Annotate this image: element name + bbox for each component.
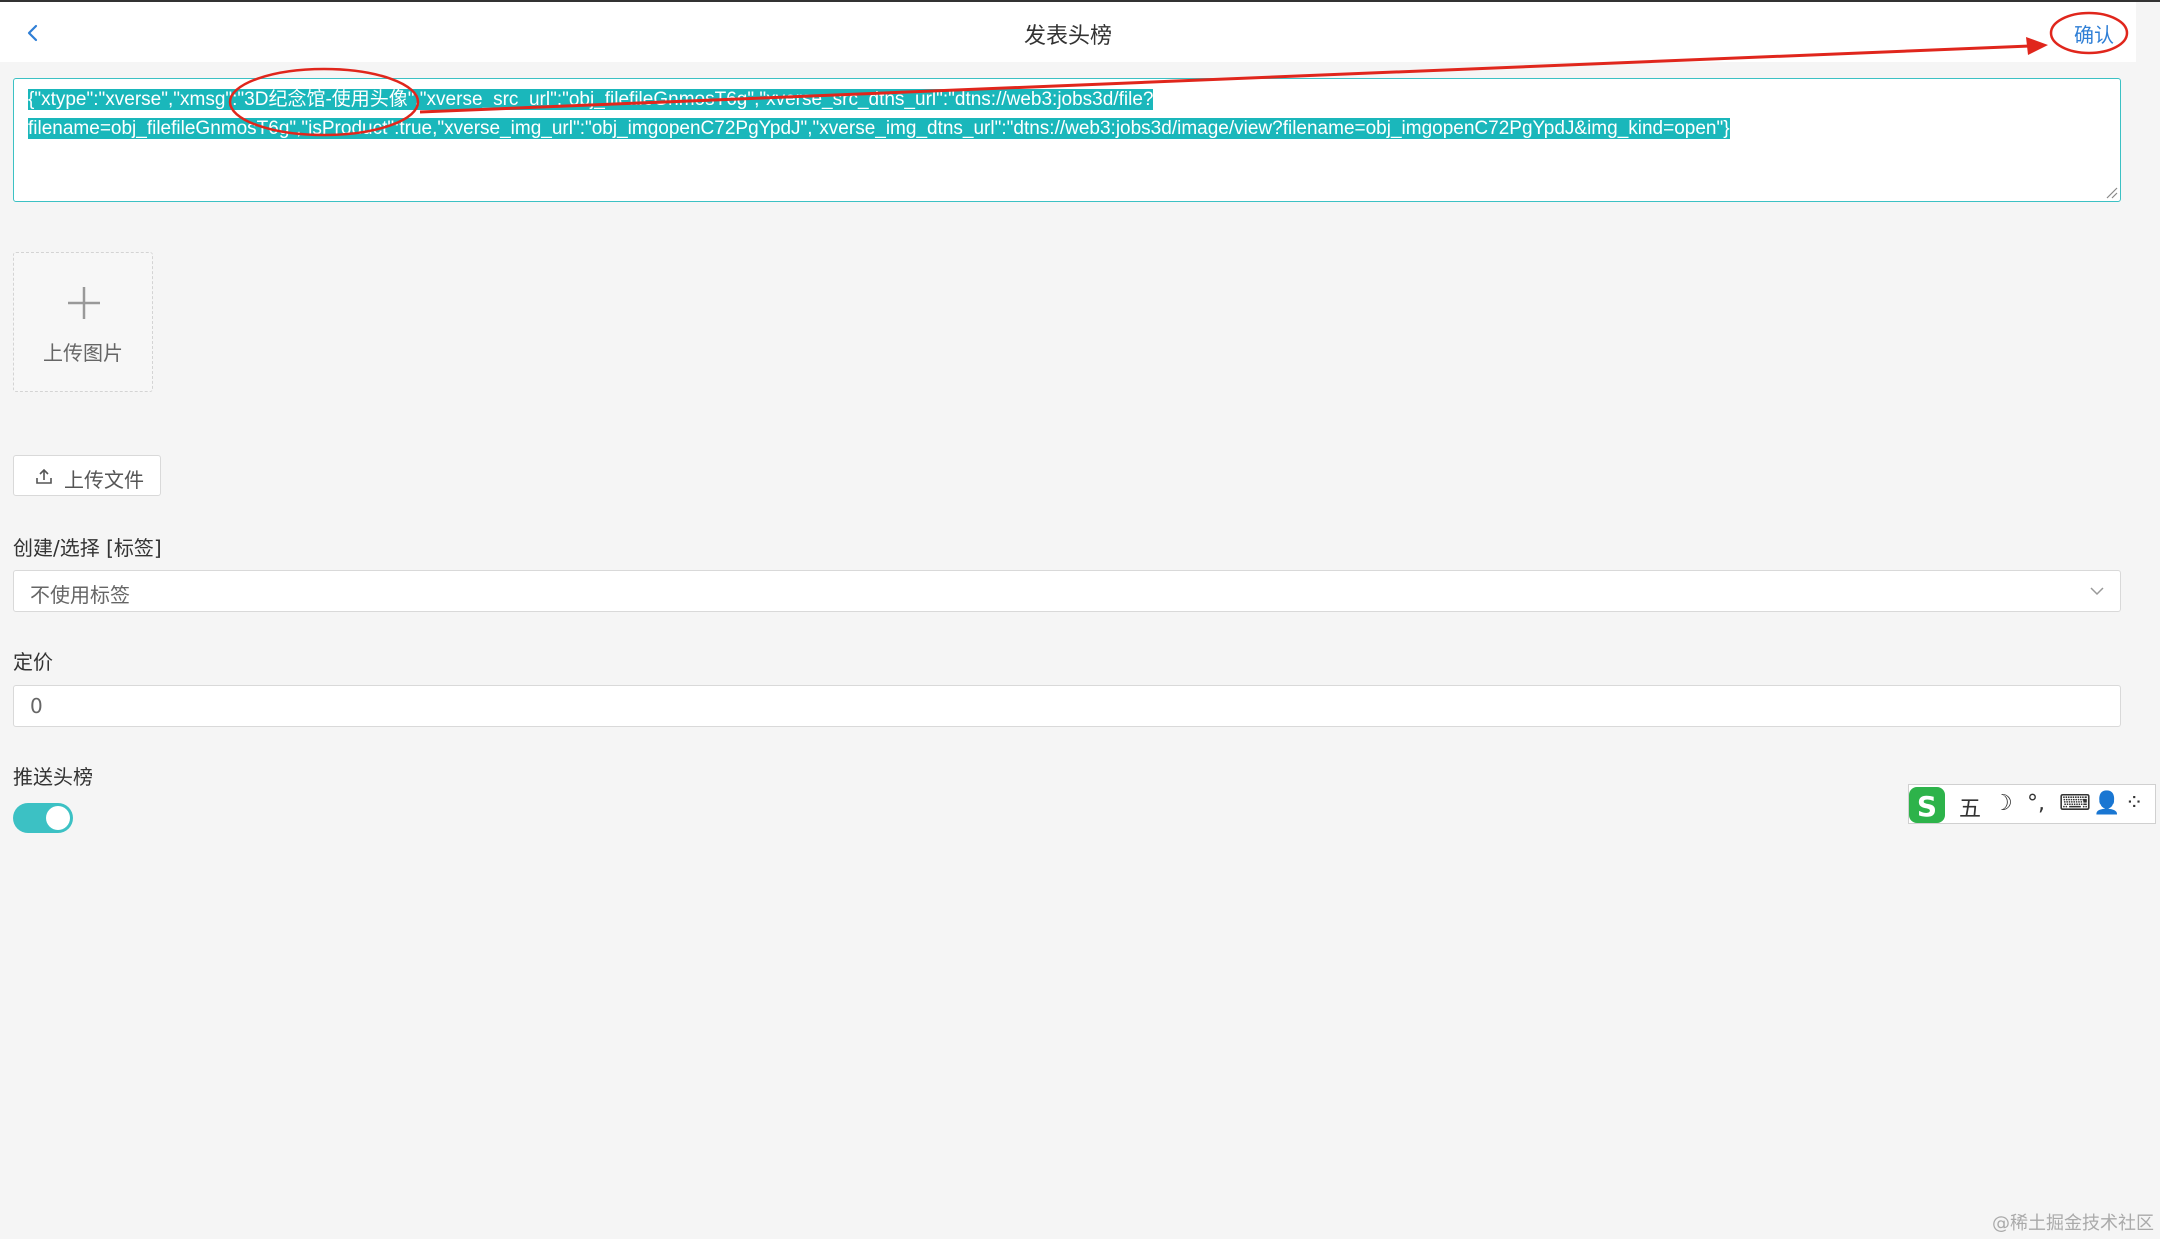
price-label: 定价 bbox=[13, 650, 53, 674]
upload-image-button[interactable]: 上传图片 bbox=[13, 252, 153, 392]
chevron-down-icon bbox=[2090, 587, 2104, 596]
textarea-line-1: {"xtype":"xverse","xmsg":"3D纪念馆-使用头像","x… bbox=[28, 89, 1154, 110]
content-textarea[interactable]: {"xtype":"xverse","xmsg":"3D纪念馆-使用头像","x… bbox=[13, 78, 2121, 202]
tag-select-value: 不使用标签 bbox=[30, 583, 130, 607]
top-bar: 发表头榜 确认 bbox=[0, 2, 2136, 62]
tag-label: 创建/选择 [标签] bbox=[13, 536, 162, 560]
user-icon[interactable]: 👤 bbox=[2093, 791, 2120, 816]
upload-file-button[interactable]: 上传文件 bbox=[13, 455, 161, 496]
push-toggle[interactable] bbox=[13, 803, 73, 833]
svg-text:S: S bbox=[1917, 790, 1937, 823]
sogou-logo-icon[interactable]: S bbox=[1905, 783, 1949, 827]
grid-icon[interactable]: ⁘ bbox=[2125, 791, 2143, 816]
tag-select[interactable]: 不使用标签 bbox=[13, 570, 2121, 612]
keyboard-icon[interactable]: ⌨ bbox=[2059, 791, 2091, 816]
upload-file-label: 上传文件 bbox=[64, 468, 144, 492]
watermark: @稀土掘金技术社区 bbox=[1992, 1213, 2154, 1234]
resize-grip-icon[interactable] bbox=[2104, 185, 2118, 199]
textarea-line-2: filename=obj_filefileGnmosT6g","isProduc… bbox=[28, 118, 1730, 139]
ime-punctuation[interactable]: °, bbox=[2027, 791, 2045, 816]
price-input[interactable] bbox=[13, 685, 2121, 727]
page-title: 发表头榜 bbox=[1023, 24, 1112, 49]
moon-icon[interactable]: ☽ bbox=[1993, 791, 2013, 816]
ime-wubi-mode[interactable]: 五 bbox=[1959, 791, 1981, 823]
upload-image-label: 上传图片 bbox=[43, 341, 123, 365]
upload-icon bbox=[36, 468, 52, 484]
ime-toolbar: S 五 ☽ °, ⌨ 👤 ⁘ bbox=[1908, 784, 2156, 824]
push-label: 推送头榜 bbox=[13, 765, 93, 789]
confirm-button[interactable]: 确认 bbox=[2074, 19, 2114, 48]
plus-icon bbox=[68, 287, 100, 319]
toggle-knob bbox=[46, 806, 70, 830]
